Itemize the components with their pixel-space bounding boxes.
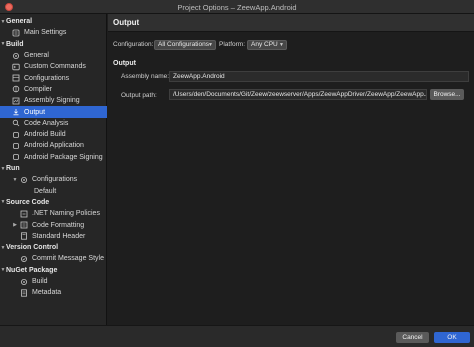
package-doc-icon (20, 289, 28, 297)
configuration-dropdown[interactable]: All Configurations ▼ (154, 40, 216, 50)
sidebar-group-label: Build (6, 40, 24, 48)
sidebar-group-label: NuGet Package (6, 266, 58, 274)
options-panel: Output Configuration: All Configurations… (108, 14, 474, 325)
sidebar-item-main-settings[interactable]: Main Settings (0, 27, 107, 38)
chevron-down-icon[interactable]: ▼ (12, 177, 18, 183)
platform-dropdown[interactable]: Any CPU ▼ (247, 40, 287, 50)
options-sidebar: ▼ General Main Settings ▼ Build General … (0, 14, 107, 325)
dropdown-arrows-icon: ▼ (208, 42, 213, 48)
sidebar-group-label: Source Code (6, 198, 50, 206)
panel-title: Output (113, 18, 140, 27)
sidebar-item-label: Android Package Signing (24, 153, 103, 161)
android-icon (12, 142, 20, 150)
sidebar-item-label: Default (34, 187, 57, 195)
sidebar-item-android-package-signing[interactable]: Android Package Signing (0, 152, 107, 163)
policy-icon (20, 221, 28, 229)
sidebar-item-label: Configurations (32, 176, 78, 184)
title-bar: Project Options – ZeewApp.Android (0, 0, 474, 14)
sidebar-item-output[interactable]: Output (0, 106, 107, 118)
ok-button[interactable]: OK (434, 332, 470, 343)
sidebar-item-run-configurations[interactable]: ▼ Configurations (0, 174, 107, 185)
header-doc-icon (20, 232, 28, 240)
commit-icon (20, 255, 28, 263)
sidebar-item-android-application[interactable]: Android Application (0, 140, 107, 151)
gear-icon (12, 52, 20, 60)
sidebar-item-commit-message-style[interactable]: Commit Message Style (0, 253, 107, 264)
sidebar-item-metadata[interactable]: Metadata (0, 287, 107, 298)
sidebar-item-configurations[interactable]: Configurations (0, 73, 107, 84)
android-icon (12, 153, 20, 161)
sidebar-group-source-code[interactable]: ▼ Source Code (0, 197, 107, 208)
sidebar-item-standard-header[interactable]: Standard Header (0, 231, 107, 242)
sidebar-item-label: Configurations (24, 74, 70, 82)
sidebar-group-label: Version Control (6, 244, 59, 252)
config-icon (12, 74, 20, 82)
sidebar-item-code-formatting[interactable]: ▶ Code Formatting (0, 219, 107, 230)
sidebar-group-label: General (6, 18, 33, 26)
output-path-field[interactable]: /Users/den/Documents/Git/Zeew/zeewserver… (169, 89, 427, 100)
assembly-name-label: Assembly name: (121, 73, 170, 80)
gear-icon (20, 176, 28, 184)
analysis-icon (12, 119, 20, 127)
sidebar-group-nuget-package[interactable]: ▼ NuGet Package (0, 265, 107, 276)
terminal-icon (12, 63, 20, 71)
sidebar-item-label: Compiler (24, 85, 53, 93)
sidebar-item-label: Android Build (24, 131, 66, 139)
chevron-right-icon[interactable]: ▶ (12, 222, 18, 228)
configuration-label: Configuration: (113, 41, 154, 48)
sidebar-item-custom-commands[interactable]: Custom Commands (0, 61, 107, 72)
settings-icon (12, 29, 20, 37)
configuration-value: All Configurations (158, 41, 209, 48)
browse-button[interactable]: Browse... (430, 89, 464, 100)
output-path-label: Output path: (121, 92, 157, 99)
compiler-icon (12, 85, 20, 93)
sidebar-item-label: Standard Header (32, 232, 86, 240)
sidebar-item-label: Android Application (24, 142, 84, 150)
sidebar-item-label: Code Analysis (24, 119, 69, 127)
sidebar-item-label: Build (32, 278, 48, 286)
sidebar-item-assembly-signing[interactable]: Assembly Signing (0, 95, 107, 106)
platform-label: Platform: (219, 41, 246, 48)
sidebar-item-label: Custom Commands (24, 63, 86, 71)
sidebar-group-version-control[interactable]: ▼ Version Control (0, 242, 107, 253)
gear-icon (20, 278, 28, 286)
sidebar-item-label: .NET Naming Policies (32, 210, 100, 218)
sidebar-group-label: Run (6, 165, 20, 173)
platform-value: Any CPU (251, 41, 278, 48)
dialog-footer: Cancel OK (0, 325, 474, 347)
sidebar-item-compiler[interactable]: Compiler (0, 84, 107, 95)
signing-icon (12, 97, 20, 105)
window-title: Project Options – ZeewApp.Android (177, 3, 297, 12)
output-icon (12, 108, 20, 116)
sidebar-item-label: Metadata (32, 289, 62, 297)
sidebar-item-naming-policies[interactable]: .NET Naming Policies (0, 208, 107, 219)
section-title: Output (113, 60, 136, 67)
sidebar-group-run[interactable]: ▼ Run (0, 163, 107, 174)
cancel-button[interactable]: Cancel (396, 332, 429, 343)
assembly-name-field[interactable]: ZeewApp.Android (169, 71, 469, 82)
sidebar-item-default[interactable]: Default (0, 186, 107, 197)
sidebar-item-label: Output (24, 108, 46, 116)
sidebar-group-general[interactable]: ▼ General (0, 16, 107, 27)
sidebar-item-label: Commit Message Style (32, 255, 104, 263)
sidebar-item-build-general[interactable]: General (0, 50, 107, 61)
dropdown-arrows-icon: ▼ (279, 42, 284, 48)
sidebar-item-android-build[interactable]: Android Build (0, 129, 107, 140)
android-icon (12, 131, 20, 139)
sidebar-item-label: Code Formatting (32, 221, 85, 229)
sidebar-item-code-analysis[interactable]: Code Analysis (0, 118, 107, 129)
sidebar-item-label: Main Settings (24, 29, 67, 37)
sidebar-item-label: General (24, 52, 49, 60)
panel-header: Output (108, 14, 474, 32)
sidebar-item-label: Assembly Signing (24, 97, 80, 105)
sidebar-group-build[interactable]: ▼ Build (0, 39, 107, 50)
sidebar-item-nuget-build[interactable]: Build (0, 276, 107, 287)
policy-icon (20, 210, 28, 218)
